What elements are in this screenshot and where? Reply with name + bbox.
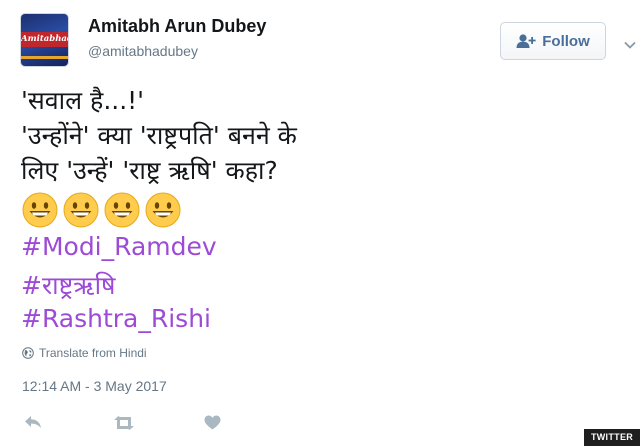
grinning-face-icon (104, 192, 140, 228)
tweet-text-line-1: 'सवाल है...!' (21, 86, 145, 115)
translate-link[interactable]: Translate from Hindi (22, 346, 147, 360)
hashtag-link[interactable]: #राष्ट्रऋषि (21, 268, 116, 302)
hashtag-link[interactable]: #Modi_Ramdev (21, 232, 217, 261)
globe-icon (22, 347, 34, 359)
tweet-timestamp[interactable]: 12:14 AM - 3 May 2017 (22, 378, 167, 394)
avatar-stripe (21, 56, 68, 59)
avatar-logo-text: Amitabhadu (21, 32, 68, 47)
display-name[interactable]: Amitabh Arun Dubey (88, 16, 266, 37)
reply-icon[interactable] (24, 415, 42, 434)
chevron-down-icon[interactable] (624, 36, 636, 54)
tweet-text-line-3: लिए 'उन्हें' 'राष्ट्र ऋषि' कहा? (21, 156, 278, 185)
avatar[interactable]: Amitabhadu (21, 14, 68, 66)
hashtag-link[interactable]: #Rashtra_Rishi (21, 304, 211, 333)
tweet-text-line-2: 'उन्होंने' क्या 'राष्ट्रपति' बनने के (21, 121, 297, 150)
grinning-face-icon (22, 192, 58, 228)
grinning-face-icon (63, 192, 99, 228)
follow-label: Follow (542, 32, 590, 50)
twitter-watermark: TWITTER (584, 429, 640, 446)
follow-button[interactable]: Follow (500, 22, 606, 60)
emoji-row (22, 192, 181, 228)
retweet-icon[interactable] (113, 416, 135, 435)
user-handle[interactable]: @amitabhadubey (88, 43, 198, 59)
grinning-face-icon (145, 192, 181, 228)
translate-label: Translate from Hindi (39, 346, 147, 360)
like-icon[interactable] (204, 415, 221, 435)
add-user-icon (516, 33, 536, 49)
tweet-actions (0, 410, 640, 440)
